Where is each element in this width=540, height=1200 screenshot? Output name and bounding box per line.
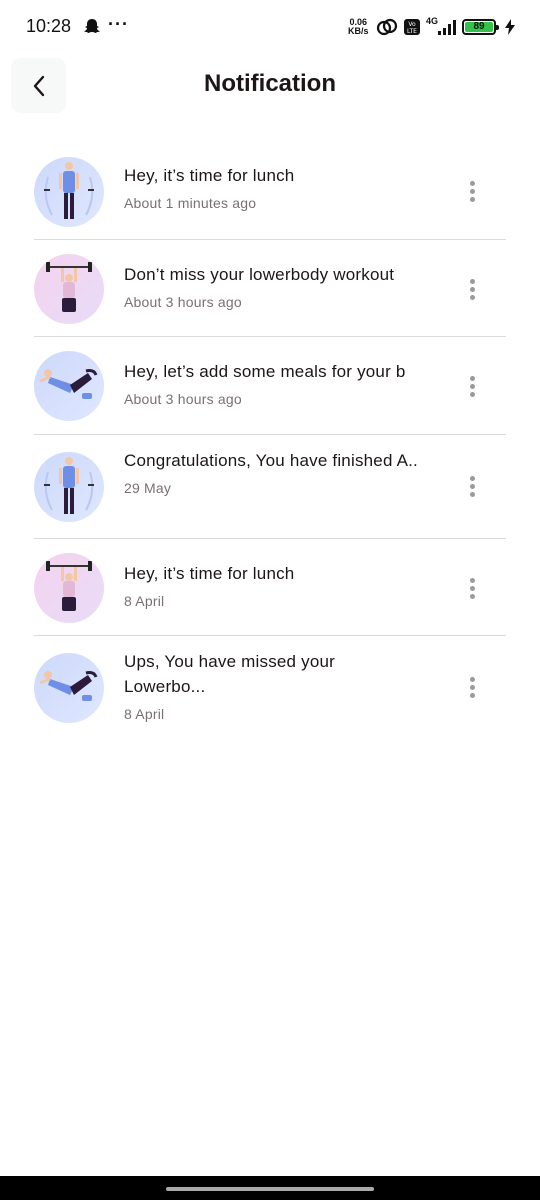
notification-item[interactable]: Hey, it’s time for lunch About 1 minutes… bbox=[34, 141, 506, 240]
workout-avatar bbox=[34, 452, 104, 522]
status-icons: Vo LTE 4G 89 bbox=[376, 16, 516, 38]
notification-title: Hey, it’s time for lunch bbox=[124, 166, 295, 185]
notification-title: Hey, let’s add some meals for your b bbox=[124, 362, 406, 381]
notification-title: Ups, You have missed your Lowerbo... bbox=[124, 652, 336, 696]
notification-item[interactable]: Don’t miss your lowerbody workout About … bbox=[34, 240, 506, 337]
notification-time: 8 April bbox=[124, 593, 165, 609]
notification-item[interactable]: Congratulations, You have finished A.. 2… bbox=[34, 435, 506, 539]
signal-icon bbox=[438, 20, 457, 35]
standing-man-illustration bbox=[44, 162, 94, 219]
notification-text: Don’t miss your lowerbody workout About … bbox=[124, 262, 454, 310]
standing-man-illustration bbox=[44, 457, 94, 514]
network-type: 4G bbox=[426, 16, 439, 26]
page-title: Notification bbox=[204, 70, 336, 97]
lying-exercise-illustration bbox=[39, 671, 98, 701]
notification-item[interactable]: Ups, You have missed your Lowerbo... 8 A… bbox=[34, 636, 506, 740]
workout-avatar bbox=[34, 351, 104, 421]
notification-time: 29 May bbox=[124, 480, 172, 496]
battery-icon: 89 bbox=[462, 19, 500, 35]
notification-text: Hey, it’s time for lunch About 1 minutes… bbox=[124, 163, 454, 211]
network-speed: 0.06 KB/s bbox=[348, 17, 369, 36]
navigation-bar bbox=[0, 1176, 540, 1200]
notification-time: About 1 minutes ago bbox=[124, 195, 257, 211]
status-bar: 10:28 ··· 0.06 KB/s Vo LTE 4G 89 bbox=[0, 0, 540, 56]
notification-time: About 3 hours ago bbox=[124, 391, 242, 407]
battery-level: 89 bbox=[465, 22, 494, 32]
workout-avatar bbox=[34, 653, 104, 723]
notification-title: Hey, it’s time for lunch bbox=[124, 564, 295, 583]
volte-icon: Vo LTE bbox=[404, 19, 420, 35]
hotspot-link-icon bbox=[376, 18, 398, 36]
home-indicator[interactable] bbox=[166, 1187, 374, 1191]
more-notifications-icon: ··· bbox=[108, 14, 129, 34]
notification-item[interactable]: Hey, let’s add some meals for your b Abo… bbox=[34, 337, 506, 435]
charging-icon bbox=[505, 19, 516, 35]
notification-time: About 3 hours ago bbox=[124, 294, 242, 310]
notification-text: Hey, let’s add some meals for your b Abo… bbox=[124, 359, 454, 407]
notification-item[interactable]: Hey, it’s time for lunch 8 April bbox=[34, 539, 506, 636]
more-options-icon[interactable] bbox=[462, 371, 482, 401]
svg-text:Vo: Vo bbox=[408, 21, 416, 28]
notification-text: Hey, it’s time for lunch 8 April bbox=[124, 561, 454, 609]
svg-text:LTE: LTE bbox=[407, 28, 417, 35]
notification-text: Congratulations, You have finished A.. 2… bbox=[124, 448, 442, 496]
lying-exercise-illustration bbox=[39, 369, 98, 399]
barbell-lift-illustration bbox=[46, 561, 92, 611]
barbell-lift-illustration bbox=[46, 262, 92, 312]
more-options-icon[interactable] bbox=[462, 274, 482, 304]
notification-text: Ups, You have missed your Lowerbo... 8 A… bbox=[124, 649, 384, 722]
workout-avatar bbox=[34, 157, 104, 227]
workout-avatar bbox=[34, 254, 104, 324]
notification-list: Hey, it’s time for lunch About 1 minutes… bbox=[34, 141, 506, 740]
snapchat-icon bbox=[84, 19, 100, 33]
workout-avatar bbox=[34, 553, 104, 623]
more-options-icon[interactable] bbox=[462, 176, 482, 206]
notification-title: Don’t miss your lowerbody workout bbox=[124, 265, 395, 284]
notification-title: Congratulations, You have finished A.. bbox=[124, 451, 418, 470]
more-options-icon[interactable] bbox=[462, 471, 482, 501]
more-options-icon[interactable] bbox=[462, 672, 482, 702]
notification-time: 8 April bbox=[124, 706, 165, 722]
more-options-icon[interactable] bbox=[462, 573, 482, 603]
status-time: 10:28 bbox=[26, 16, 72, 36]
